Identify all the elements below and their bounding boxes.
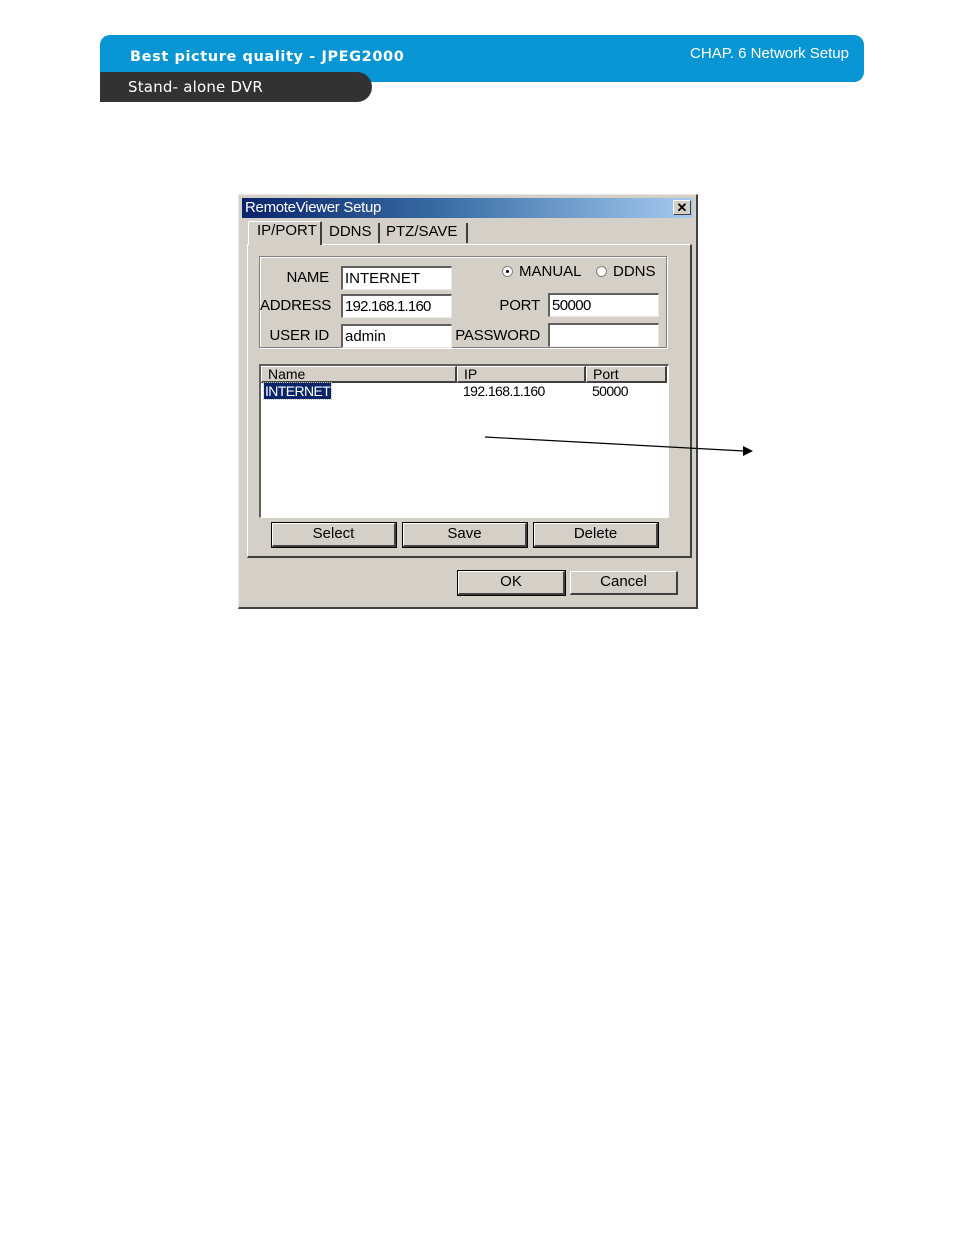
tab-ptz-save[interactable]: PTZ/SAVE bbox=[382, 223, 468, 243]
list-header: Name IP Port bbox=[261, 366, 667, 383]
ip-port-panel: NAME ADDRESS USER ID MANUAL DDNS PORT PA… bbox=[247, 244, 692, 558]
address-input[interactable] bbox=[341, 294, 452, 318]
tab-label: DDNS bbox=[329, 223, 372, 240]
save-button[interactable]: Save bbox=[402, 522, 528, 548]
select-button[interactable]: Select bbox=[271, 522, 397, 548]
column-header-name[interactable]: Name bbox=[261, 366, 457, 383]
dialog-titlebar[interactable]: RemoteViewer Setup ✕ bbox=[242, 198, 693, 218]
row-port: 50000 bbox=[592, 383, 629, 399]
dialog-title: RemoteViewer Setup bbox=[245, 199, 382, 216]
radio-manual[interactable]: MANUAL bbox=[502, 263, 582, 280]
column-header-port[interactable]: Port bbox=[586, 366, 667, 383]
remoteviewer-setup-dialog: RemoteViewer Setup ✕ IP/PORT DDNS PTZ/SA… bbox=[238, 194, 698, 609]
row-ip: 192.168.1.160 bbox=[463, 383, 545, 399]
name-label: NAME bbox=[286, 269, 329, 286]
password-input[interactable] bbox=[548, 323, 659, 347]
port-label: PORT bbox=[499, 297, 540, 314]
tab-ddns[interactable]: DDNS bbox=[324, 223, 380, 243]
address-label: ADDRESS bbox=[260, 297, 332, 314]
radio-selected-icon bbox=[502, 266, 513, 277]
close-button[interactable]: ✕ bbox=[673, 200, 691, 215]
close-icon: ✕ bbox=[676, 200, 688, 215]
connection-list[interactable]: Name IP Port INTERNET 192.168.1.160 5000… bbox=[259, 364, 669, 518]
userid-input[interactable] bbox=[341, 324, 452, 348]
radio-label: MANUAL bbox=[519, 263, 582, 280]
tab-ip-port[interactable]: IP/PORT bbox=[248, 221, 322, 245]
radio-label: DDNS bbox=[613, 263, 656, 280]
cancel-button[interactable]: Cancel bbox=[570, 571, 678, 595]
list-row[interactable]: INTERNET 192.168.1.160 50000 bbox=[261, 382, 665, 400]
radio-unselected-icon bbox=[596, 266, 607, 277]
delete-button[interactable]: Delete bbox=[533, 522, 659, 548]
annotation-arrow bbox=[484, 436, 753, 456]
tab-label: IP/PORT bbox=[257, 222, 317, 239]
password-label: PASSWORD bbox=[455, 327, 540, 344]
radio-ddns[interactable]: DDNS bbox=[596, 263, 656, 280]
arrow-head-icon bbox=[743, 446, 753, 456]
tab-label: PTZ/SAVE bbox=[386, 223, 458, 240]
ok-button[interactable]: OK bbox=[457, 570, 566, 596]
page-subtitle: Stand- alone DVR bbox=[128, 78, 264, 96]
userid-label: USER ID bbox=[269, 327, 330, 344]
connection-groupbox: NAME ADDRESS USER ID MANUAL DDNS PORT PA… bbox=[259, 256, 667, 348]
chapter-label: CHAP. 6 Network Setup bbox=[690, 45, 849, 62]
name-input[interactable] bbox=[341, 266, 452, 290]
row-name: INTERNET bbox=[262, 382, 333, 400]
port-input[interactable] bbox=[548, 293, 659, 317]
column-header-ip[interactable]: IP bbox=[457, 366, 586, 383]
page-header-title: Best picture quality - JPEG2000 bbox=[130, 49, 405, 65]
